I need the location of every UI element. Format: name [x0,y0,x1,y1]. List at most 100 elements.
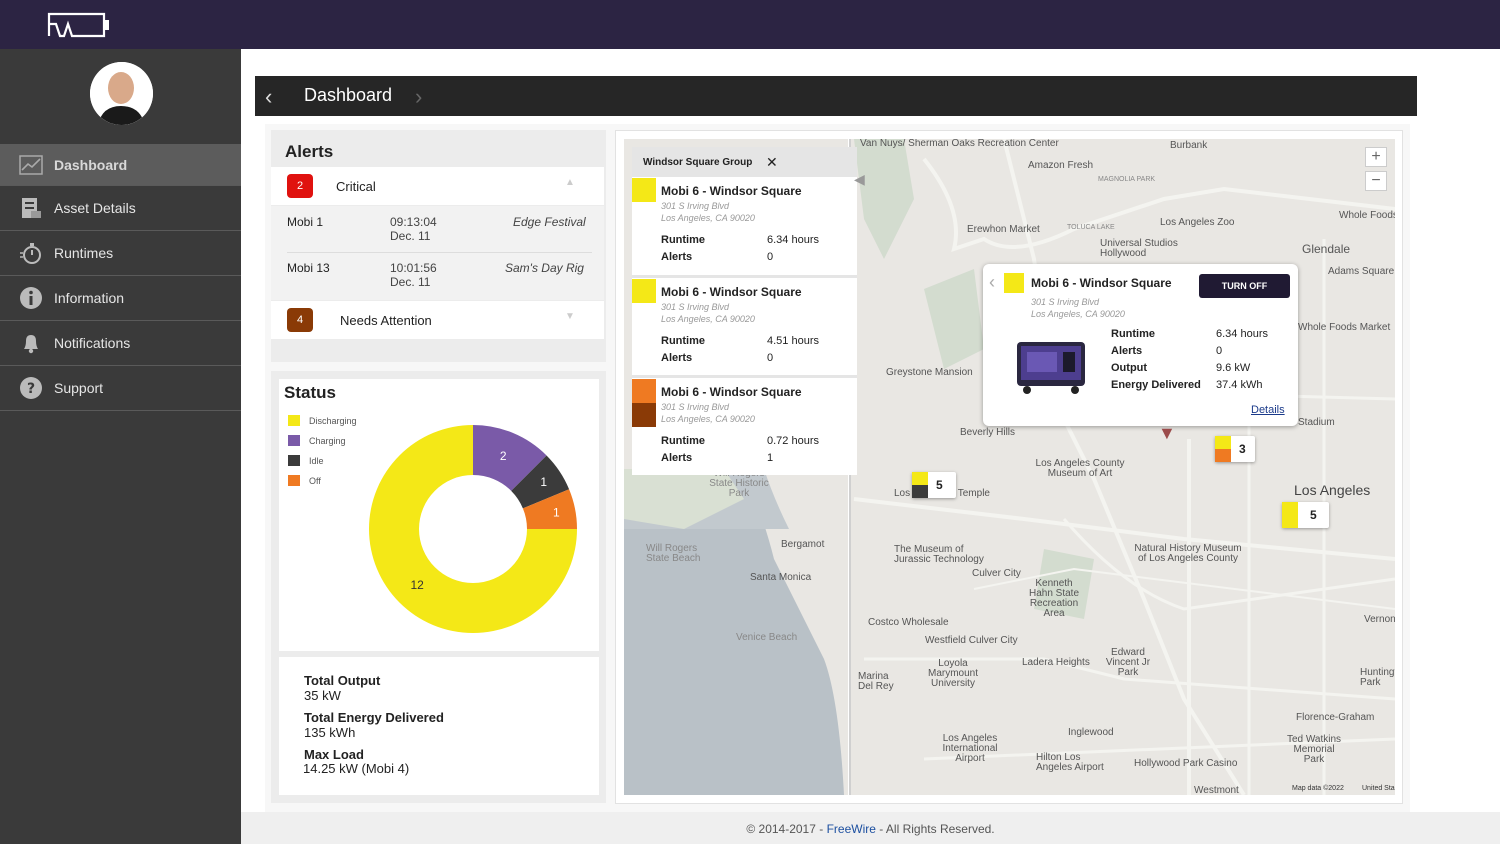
freewire-link[interactable]: FreeWire [827,822,876,836]
alerts-label: Alerts [661,251,693,263]
total-output-label: Total Output [304,673,381,688]
popup-field-value: 9.6 kW [1216,362,1251,374]
sidebar-item-label: Information [54,290,125,306]
map-label: TOLUCA LAKE [1067,224,1115,231]
asset-address: 301 S Irving Blvd [661,302,730,312]
map-label: Huntington Park [1360,667,1395,688]
collapse-panel-icon[interactable]: ◀ [854,171,865,188]
alerts-value: 0 [767,352,774,364]
critical-label: Critical [336,179,376,194]
zoom-in-button[interactable]: + [1365,147,1387,167]
legend-swatch [288,415,300,426]
sidebar-item-support[interactable]: ? Support [0,366,241,411]
cluster-swatch [912,472,928,498]
sidebar-item-runtimes[interactable]: Runtimes [0,231,241,276]
footer: © 2014-2017 - FreeWire - All Rights Rese… [241,812,1500,844]
map-label: Whole Foods Market [1298,322,1391,333]
group-title: Windsor Square Group [643,157,753,168]
popup-field-value: 37.4 kWh [1216,379,1263,391]
details-link[interactable]: Details [1251,404,1285,416]
map-label: Los Angeles International Airport [942,733,998,764]
legend-label: Idle [309,455,324,466]
chevron-up-icon[interactable]: ▲ [565,177,575,188]
critical-row[interactable]: 2 Critical ▲ [271,167,604,205]
map-label: Hilton Los Angeles Airport [1036,752,1104,773]
runtime-value: 4.51 hours [767,335,819,347]
popup-address: Los Angeles, CA 90020 [1031,309,1125,319]
turn-off-button[interactable]: TURN OFF [1199,274,1290,298]
map-label: Ladera Heights [1022,657,1090,668]
chevron-right-icon[interactable]: › [415,84,422,110]
map-label: Florence-Graham [1296,712,1375,723]
sidebar-item-dashboard[interactable]: Dashboard [0,144,241,186]
page-title: Dashboard [304,85,393,105]
status-card: Status Discharging Charging Idle Off 2 1 1… [271,371,606,803]
sidebar-item-label: Asset Details [54,200,136,216]
sidebar-nav: Dashboard Asset Details Runtimes Informa… [0,144,241,411]
attention-count-badge: 4 [287,308,313,332]
popup-address: 301 S Irving Blvd [1031,297,1100,307]
map-label: Universal Studios Hollywood [1100,238,1178,259]
chevron-left-icon[interactable]: ‹ [265,84,272,110]
donut-label-discharging: 12 [410,578,424,592]
map-label: Los Angeles Zoo [1160,217,1235,228]
cluster-count: 5 [936,478,943,492]
runtime-value: 0.72 hours [767,435,819,447]
needs-attention-row[interactable]: 4 Needs Attention ▼ [271,301,604,339]
status-swatch [1004,273,1024,293]
chevron-left-icon[interactable]: ‹ [989,272,995,293]
map-label: Glendale [1302,242,1351,256]
status-swatch [632,178,656,202]
alert-asset: Mobi 13 [287,261,330,275]
map-label: Bergamot [781,539,825,550]
footer-rights: - All Rights Reserved. [875,822,995,836]
map-label: Los Angeles County Museum of Art [1035,458,1125,479]
max-load-label: Max Load [304,747,364,762]
map-label: Santa Monica [750,572,812,583]
donut-label-idle: 1 [540,475,547,489]
page-header: ‹ Dashboard › [255,76,1417,116]
alerts-label: Alerts [661,452,693,464]
zoom-out-button[interactable]: − [1365,171,1387,191]
list-item[interactable]: Mobi 6 - Windsor Square 301 S Irving Blv… [632,379,857,475]
status-title: Status [284,383,336,402]
map-cluster-marker[interactable]: 5 [1282,502,1329,528]
sidebar-item-asset-details[interactable]: Asset Details [0,186,241,231]
freewire-logo-icon[interactable] [46,10,112,40]
attention-label: Needs Attention [340,313,432,328]
map-label: Costco Wholesale [868,617,949,628]
alerts-label: Alerts [661,352,693,364]
map-cluster-marker[interactable]: 3 [1215,436,1255,462]
map-cluster-marker[interactable]: 5 [912,472,956,498]
sidebar-item-information[interactable]: Information [0,276,241,321]
legend-label: Discharging [309,415,357,426]
asset-address: Los Angeles, CA 90020 [661,213,755,223]
total-energy-label: Total Energy Delivered [304,710,444,725]
sidebar-item-label: Notifications [54,335,131,351]
list-item[interactable]: Mobi 13 10:01:56 Dec. 11 Sam's Day Rig [271,252,604,300]
divider [632,375,857,378]
sidebar: Dashboard Asset Details Runtimes Informa… [0,49,241,844]
asset-address: 301 S Irving Blvd [661,402,730,412]
list-item[interactable]: Mobi 6 - Windsor Square 301 S Irving Blv… [632,178,857,274]
sidebar-item-label: Runtimes [54,245,114,261]
legend-swatch [288,435,300,446]
map-label: Burbank [1170,140,1208,151]
sidebar-item-notifications[interactable]: Notifications [0,321,241,366]
close-icon[interactable]: ✕ [766,154,778,171]
chevron-down-icon[interactable]: ▼ [565,311,575,322]
list-item[interactable]: Mobi 1 09:13:04 Dec. 11 Edge Festival [271,206,604,252]
avatar[interactable] [90,62,153,125]
popup-field-value: 0 [1216,345,1223,357]
map-label: MAGNOLIA PARK [1098,176,1156,183]
map[interactable]: Van Nuys/ Sherman Oaks Recreation Center… [624,139,1395,795]
map-label: Kenneth Hahn State Recreation Area [1028,578,1080,619]
map-label: Whole Foods [1339,210,1395,221]
map-pin-icon[interactable]: ▼ [1158,423,1176,444]
map-label: Westfield Culver City [925,635,1018,646]
popup-field-label: Output [1111,362,1148,374]
top-bar [0,0,1500,49]
list-item[interactable]: Mobi 6 - Windsor Square 301 S Irving Blv… [632,279,857,375]
map-label: Adams Square [1328,266,1395,277]
alert-date: Dec. 11 [390,229,431,243]
